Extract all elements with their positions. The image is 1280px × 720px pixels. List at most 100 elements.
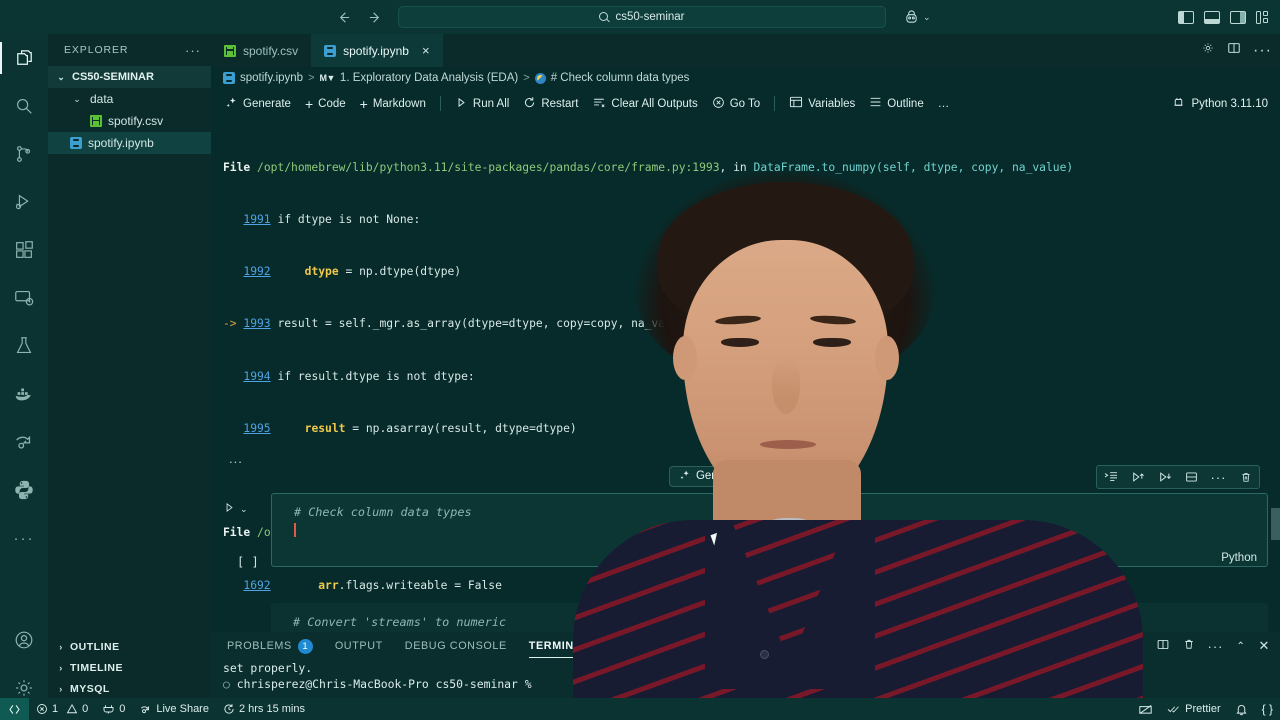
gap-add-code-button[interactable]: + Code: [761, 465, 823, 487]
variables-button[interactable]: Variables: [789, 96, 855, 111]
ellipsis-icon[interactable]: ···: [185, 43, 201, 58]
clock-icon: [224, 704, 234, 714]
sidebar-item-live-share[interactable]: [0, 418, 48, 466]
activity-bar: ···: [0, 34, 48, 720]
account-menu[interactable]: ⌄: [904, 9, 931, 25]
title-bar: cs50-seminar ⌄: [0, 0, 1280, 34]
back-icon[interactable]: [334, 8, 352, 26]
tab-label: TERMINAL: [528, 640, 590, 652]
source-control-icon: [16, 146, 31, 162]
delete-cell-icon[interactable]: [1232, 466, 1259, 488]
breadcrumb-file[interactable]: spotify.ipynb: [240, 72, 303, 84]
tree-file-spotify-ipynb[interactable]: spotify.ipynb: [48, 132, 211, 154]
sidebar-item-search[interactable]: [0, 82, 48, 130]
terminal-output[interactable]: set properly. ○ chrisperez@Chris-MacBook…: [211, 660, 1280, 692]
go-to-button[interactable]: Go To: [712, 96, 760, 112]
panel-section-mysql[interactable]: › MYSQL: [48, 678, 211, 699]
notebook-icon: [223, 72, 235, 84]
no-editor-status[interactable]: [1131, 698, 1160, 720]
breadcrumb-section[interactable]: 1. Exploratory Data Analysis (EDA): [340, 72, 518, 84]
cell-editor[interactable]: # Check column data types Python: [271, 493, 1268, 567]
generate-button[interactable]: Generate: [225, 96, 291, 112]
chevron-down-icon[interactable]: ⌄: [240, 504, 248, 515]
live-share-status[interactable]: Live Share: [132, 698, 216, 720]
prettier-status[interactable]: Prettier: [1160, 698, 1227, 720]
execute-below-icon[interactable]: [1151, 466, 1178, 488]
ellipsis-icon[interactable]: ···: [1253, 42, 1272, 60]
tab-terminal[interactable]: TERMINAL: [528, 632, 590, 660]
add-code-cell-button[interactable]: + Code: [305, 96, 346, 112]
sidebar-item-explorer[interactable]: [0, 34, 48, 82]
split-terminal-icon[interactable]: [1156, 638, 1170, 654]
notebook-cell-active[interactable]: ⌄ [ ] # Check column data types Python ·…: [223, 465, 1268, 569]
ports-status[interactable]: 0: [95, 698, 132, 720]
execute-above-icon[interactable]: [1124, 466, 1151, 488]
tab-problems[interactable]: PROBLEMS 1: [227, 632, 313, 660]
problems-badge: 1: [297, 638, 313, 654]
cell-language-label[interactable]: Python: [272, 552, 1267, 566]
sidebar-item-docker[interactable]: [0, 370, 48, 418]
sidebar-item-more[interactable]: ···: [0, 514, 48, 562]
run-by-line-icon[interactable]: [1097, 466, 1124, 488]
terminal-prompt: chrisperez@Chris-MacBook-Pro cs50-semina…: [236, 677, 532, 691]
close-panel-icon[interactable]: ✕: [1259, 638, 1271, 654]
notebook-cell-next[interactable]: # Convert 'streams' to numeric: [223, 603, 1268, 634]
toolbar-divider: [439, 96, 441, 111]
tab-spotify-csv[interactable]: spotify.csv: [211, 34, 312, 67]
tab-spotify-ipynb[interactable]: spotify.ipynb ×: [311, 34, 443, 67]
new-terminal-icon[interactable]: +: [1121, 638, 1130, 655]
cell-run-controls[interactable]: ⌄: [223, 501, 265, 517]
panel-section-timeline[interactable]: › TIMELINE: [48, 657, 211, 678]
sidebar-item-run-and-debug[interactable]: [0, 178, 48, 226]
explorer-root-folder[interactable]: ⌄ CS50-SEMINAR: [48, 66, 211, 88]
accounts-button[interactable]: [0, 616, 48, 664]
panel-section-outline[interactable]: › OUTLINE: [48, 636, 211, 657]
maximize-panel-icon[interactable]: ⌃: [1237, 641, 1246, 652]
tab-debug-console[interactable]: DEBUG CONSOLE: [405, 632, 507, 660]
notifications-status[interactable]: [1228, 698, 1255, 720]
run-all-button[interactable]: Run All: [455, 96, 509, 112]
sidebar-item-testing[interactable]: [0, 322, 48, 370]
breadcrumb-cell[interactable]: # Check column data types: [551, 72, 690, 84]
outline-button[interactable]: Outline: [869, 96, 924, 111]
kill-terminal-icon[interactable]: [1183, 638, 1195, 654]
restart-button[interactable]: Restart: [523, 96, 578, 112]
kernel-selector[interactable]: Python 3.11.10: [1172, 95, 1268, 112]
gear-icon[interactable]: [1201, 41, 1215, 60]
split-cell-icon[interactable]: [1178, 466, 1205, 488]
sidebar-item-source-control[interactable]: [0, 130, 48, 178]
error-traceback: File /opt/homebrew/lib/python3.11/site-p…: [211, 118, 1280, 666]
play-icon[interactable]: [223, 501, 236, 517]
editor-scrollbar[interactable]: [1271, 508, 1280, 540]
toolbar-more-button[interactable]: …: [938, 98, 951, 110]
tab-output[interactable]: OUTPUT: [335, 632, 383, 660]
sidebar-item-python[interactable]: [0, 466, 48, 514]
remote-window-button[interactable]: [0, 698, 29, 720]
tab-label: spotify.ipynb: [343, 43, 409, 58]
cell-editor[interactable]: # Convert 'streams' to numeric: [271, 603, 1268, 634]
tree-file-spotify-csv[interactable]: spotify.csv: [48, 110, 211, 132]
split-editor-icon[interactable]: [1227, 41, 1241, 60]
command-center-search[interactable]: cs50-seminar: [398, 6, 886, 28]
gap-generate-button[interactable]: Generate: [668, 465, 754, 487]
tree-folder-data[interactable]: ⌄ data: [48, 88, 211, 110]
sidebar-item-remote-explorer[interactable]: [0, 274, 48, 322]
customize-layout-icon[interactable]: [1256, 10, 1272, 24]
bottom-panel: PROBLEMS 1 OUTPUT DEBUG CONSOLE TERMINAL…: [211, 632, 1280, 698]
ellipsis-icon[interactable]: ···: [1208, 639, 1224, 654]
problems-status[interactable]: 1 0: [29, 698, 95, 720]
traceback-line: -> 1993 result = self._mgr.as_array(dtyp…: [223, 317, 706, 331]
forward-icon[interactable]: [366, 8, 384, 26]
toggle-secondary-sidebar-icon[interactable]: [1230, 10, 1246, 24]
braces-status[interactable]: { }: [1255, 698, 1280, 720]
close-icon[interactable]: ×: [422, 44, 430, 57]
toggle-panel-icon[interactable]: [1204, 10, 1220, 24]
clear-all-outputs-button[interactable]: Clear All Outputs: [592, 96, 698, 112]
more-icon[interactable]: ···: [1205, 466, 1232, 488]
status-bar: 1 0 0 Live Share 2 hrs 15 mins Prettier …: [0, 698, 1280, 720]
sidebar-item-extensions[interactable]: [0, 226, 48, 274]
chevron-down-icon[interactable]: ⌄: [1134, 641, 1142, 652]
add-markdown-cell-button[interactable]: + Markdown: [360, 96, 426, 112]
toggle-primary-sidebar-icon[interactable]: [1178, 10, 1194, 24]
timer-status[interactable]: 2 hrs 15 mins: [216, 698, 312, 720]
